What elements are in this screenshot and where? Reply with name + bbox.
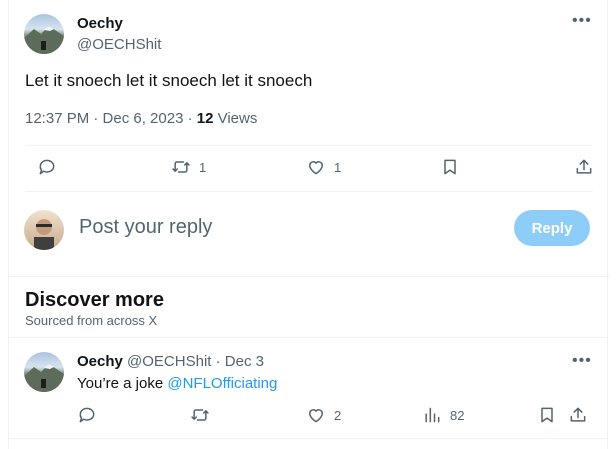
post-more-options-button[interactable]: ••• [572, 353, 592, 369]
reply-button[interactable]: Reply [514, 210, 590, 246]
heart-icon [309, 161, 323, 175]
tweet-actions: 1 1 [25, 157, 595, 181]
divider [9, 438, 609, 439]
post-meta[interactable]: @OECHShit · Dec 3 [123, 353, 264, 370]
mention-link[interactable]: @NFLOfficiating [167, 375, 277, 392]
section-divider [9, 276, 609, 277]
post-views-count: 82 [450, 407, 465, 423]
divider [9, 337, 609, 338]
discover-title: Discover more [25, 289, 164, 311]
retweet-icon [172, 161, 190, 173]
post-like-count: 2 [334, 407, 342, 423]
comment-icon [79, 407, 95, 423]
share-action[interactable] [574, 157, 594, 177]
tweet-timestamp[interactable]: 12:37 PM · Dec 6, 2023 · [25, 110, 197, 127]
post-header: Oechy @OECHShit · Dec 3 [77, 353, 264, 370]
post-bookmark-action[interactable] [537, 405, 557, 425]
post-share-action[interactable] [568, 405, 588, 425]
author-avatar[interactable] [24, 14, 64, 54]
like-action[interactable]: 1 [306, 157, 341, 177]
heart-icon [309, 409, 323, 423]
author-handle[interactable]: @OECHShit [77, 36, 161, 53]
tweet-page: Oechy @OECHShit ••• Let it snoech let it… [8, 0, 609, 449]
more-options-button[interactable]: ••• [572, 13, 592, 29]
post-reply-action[interactable] [77, 405, 97, 425]
tweet-meta: 12:37 PM · Dec 6, 2023 · 12 Views [25, 110, 257, 127]
retweet-icon [191, 409, 209, 421]
tweet-text: Let it snoech let it snoech let it snoec… [25, 71, 313, 90]
comment-icon [39, 159, 55, 175]
like-count: 1 [334, 159, 342, 175]
views-count: 12 [196, 110, 214, 127]
discover-subtitle: Sourced from across X [25, 313, 158, 328]
post-author-name[interactable]: Oechy [77, 353, 123, 370]
share-icon [576, 159, 592, 174]
divider [25, 191, 593, 192]
post-views-action[interactable]: 82 [422, 405, 464, 425]
post-author-avatar[interactable] [24, 352, 64, 392]
post-like-action[interactable]: 2 [306, 405, 341, 425]
bookmark-action[interactable] [440, 157, 460, 177]
share-icon [570, 407, 586, 422]
bookmark-icon [541, 407, 553, 423]
retweet-action[interactable]: 1 [171, 157, 206, 177]
views-label: Views [213, 110, 258, 127]
reply-input[interactable]: Post your reply [79, 216, 212, 239]
post-retweet-action[interactable] [190, 405, 210, 425]
author-name[interactable]: Oechy [77, 15, 123, 32]
reply-action[interactable] [37, 157, 57, 177]
post-text: You’re a joke @NFLOfficiating [77, 375, 277, 392]
user-avatar[interactable] [24, 210, 64, 250]
bookmark-icon [444, 159, 456, 175]
retweet-count: 1 [199, 159, 207, 175]
post-actions: 2 82 [77, 405, 597, 429]
analytics-icon [425, 407, 440, 423]
post-text-body: You’re a joke [77, 375, 168, 392]
divider [25, 145, 593, 146]
